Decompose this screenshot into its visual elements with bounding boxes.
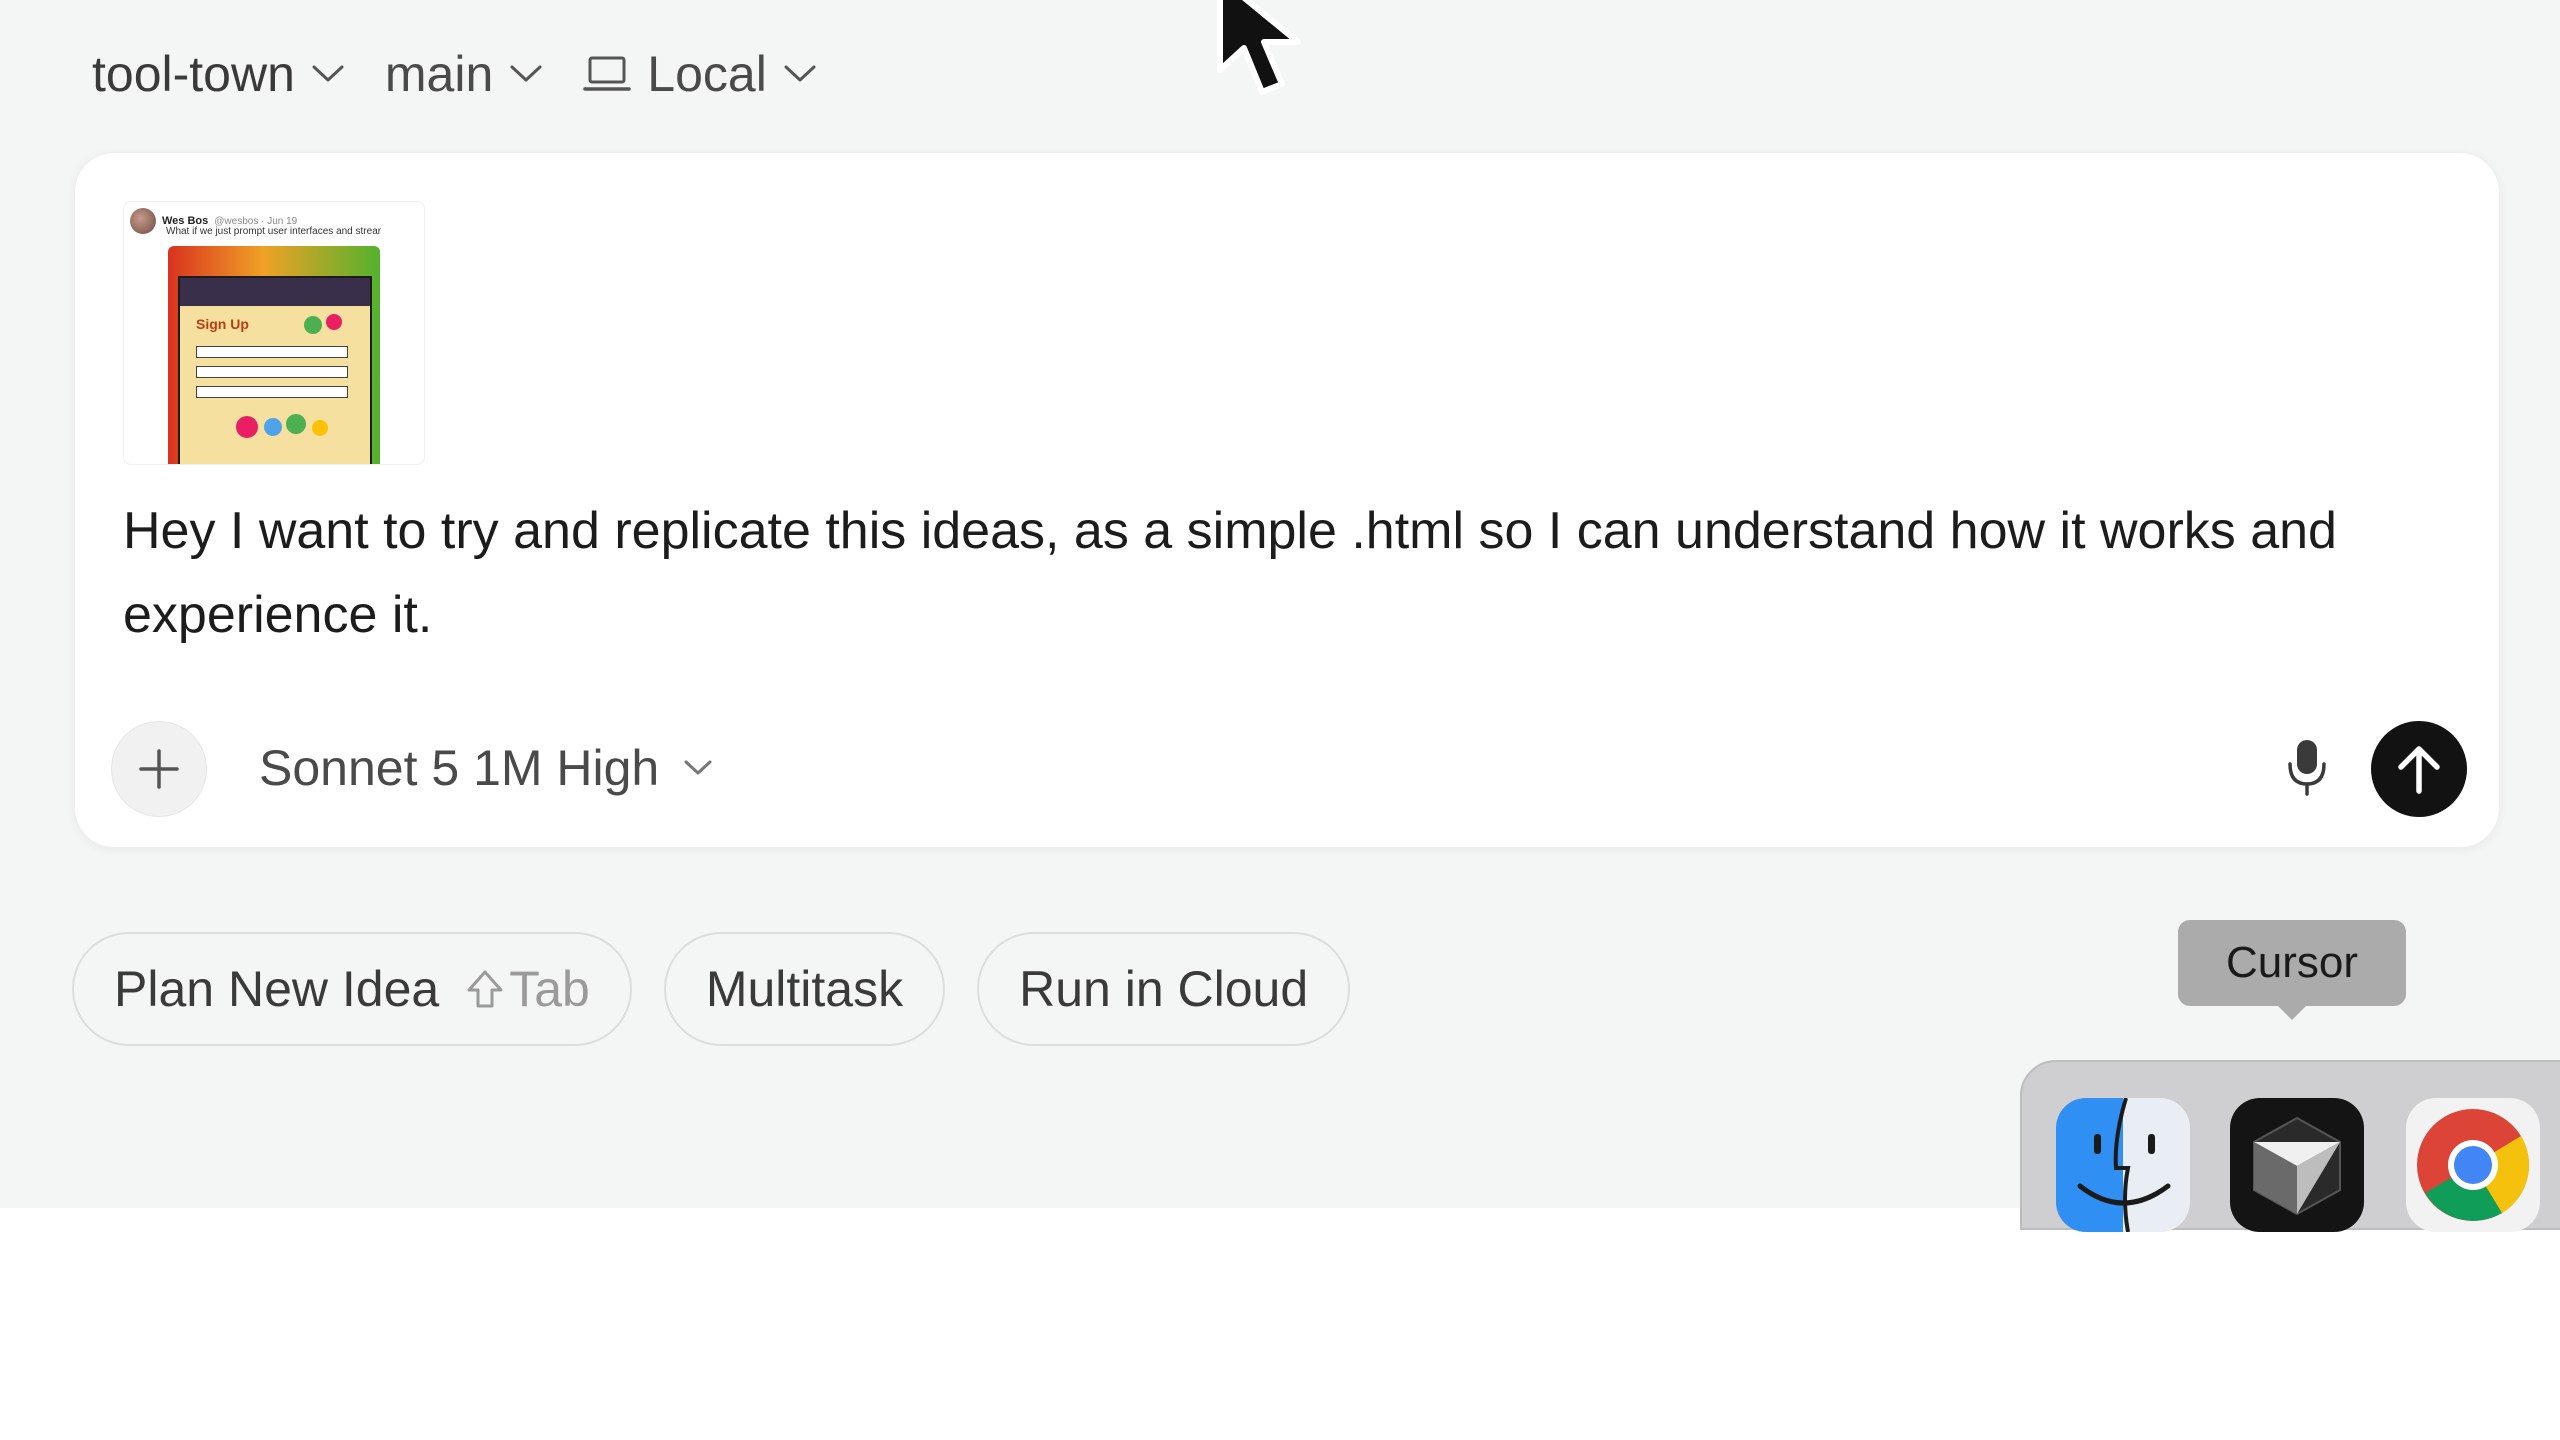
chevron-down-icon xyxy=(312,65,344,82)
finder-icon[interactable] xyxy=(2056,1098,2190,1232)
browser-bar xyxy=(180,278,370,306)
environment-dropdown[interactable]: Local xyxy=(583,45,817,103)
balloon-icon xyxy=(326,314,342,330)
branch-dropdown[interactable]: main xyxy=(385,45,543,103)
prompt-input[interactable]: Hey I want to try and replicate this ide… xyxy=(123,489,2463,657)
send-button[interactable] xyxy=(2371,721,2467,817)
project-dropdown[interactable]: tool-town xyxy=(92,45,345,103)
balloon-icon xyxy=(264,418,282,436)
cursor-logo-icon xyxy=(2253,1116,2341,1216)
cursor-app-icon[interactable] xyxy=(2230,1098,2364,1232)
chevron-down-icon xyxy=(784,65,816,82)
shift-key-icon xyxy=(467,970,503,1008)
prompt-composer: Wes Bos @wesbos · Jun 19 What if we just… xyxy=(74,152,2500,848)
signup-form-preview: Sign Up xyxy=(178,276,372,464)
finder-face-icon xyxy=(2077,1098,2171,1232)
add-attachment-button[interactable] xyxy=(111,721,207,817)
balloon-icon xyxy=(312,420,328,436)
project-label: tool-town xyxy=(92,46,295,102)
dock-tooltip: Cursor xyxy=(2178,920,2406,1020)
chrome-icon[interactable] xyxy=(2406,1098,2540,1232)
macos-dock xyxy=(2020,1060,2560,1232)
plus-icon xyxy=(139,749,179,789)
branch-label: main xyxy=(384,46,494,102)
environment-label: Local xyxy=(647,46,767,102)
balloon-icon xyxy=(236,416,258,438)
app-window: tool-town main Local Wes Bos @wesbos · J… xyxy=(0,0,2560,1208)
chip-label: Run in Cloud xyxy=(1019,961,1309,1017)
image-attachment-thumbnail[interactable]: Wes Bos @wesbos · Jun 19 What if we just… xyxy=(123,201,425,465)
chevron-down-icon xyxy=(510,65,542,82)
form-field xyxy=(196,386,348,398)
signup-heading: Sign Up xyxy=(196,316,249,332)
form-field xyxy=(196,366,348,378)
topbar: tool-town main Local xyxy=(92,38,817,110)
run-in-cloud-button[interactable]: Run in Cloud xyxy=(977,932,1351,1046)
microphone-icon xyxy=(2288,740,2326,796)
tweet-screenshot: Sign Up xyxy=(168,246,380,464)
laptop-icon xyxy=(583,56,632,91)
tweet-text: What if we just prompt user interfaces a… xyxy=(166,226,382,237)
model-label: Sonnet 5 1M High xyxy=(259,740,660,796)
arrow-up-icon xyxy=(2398,746,2440,794)
shortcut-key: Tab xyxy=(509,961,590,1017)
microphone-button[interactable] xyxy=(2275,735,2339,801)
multitask-button[interactable]: Multitask xyxy=(663,932,946,1046)
model-selector[interactable]: Sonnet 5 1M High xyxy=(259,731,715,805)
suggestion-chips: Plan New Idea Tab Multitask Run in Cloud xyxy=(72,932,1351,1046)
tweet-handle: @wesbos · Jun 19 xyxy=(214,215,298,227)
chip-label: Plan New Idea xyxy=(114,961,440,1017)
avatar xyxy=(130,208,156,234)
plan-new-idea-button[interactable]: Plan New Idea Tab xyxy=(72,932,632,1046)
mouse-pointer-icon xyxy=(1217,0,1301,95)
chip-label: Multitask xyxy=(705,961,904,1017)
chevron-down-icon xyxy=(684,760,712,775)
balloon-icon xyxy=(304,316,322,334)
chrome-logo-icon xyxy=(2417,1109,2530,1221)
shortcut-hint: Tab xyxy=(465,960,590,1018)
balloon-icon xyxy=(286,414,306,434)
form-field xyxy=(196,346,348,358)
